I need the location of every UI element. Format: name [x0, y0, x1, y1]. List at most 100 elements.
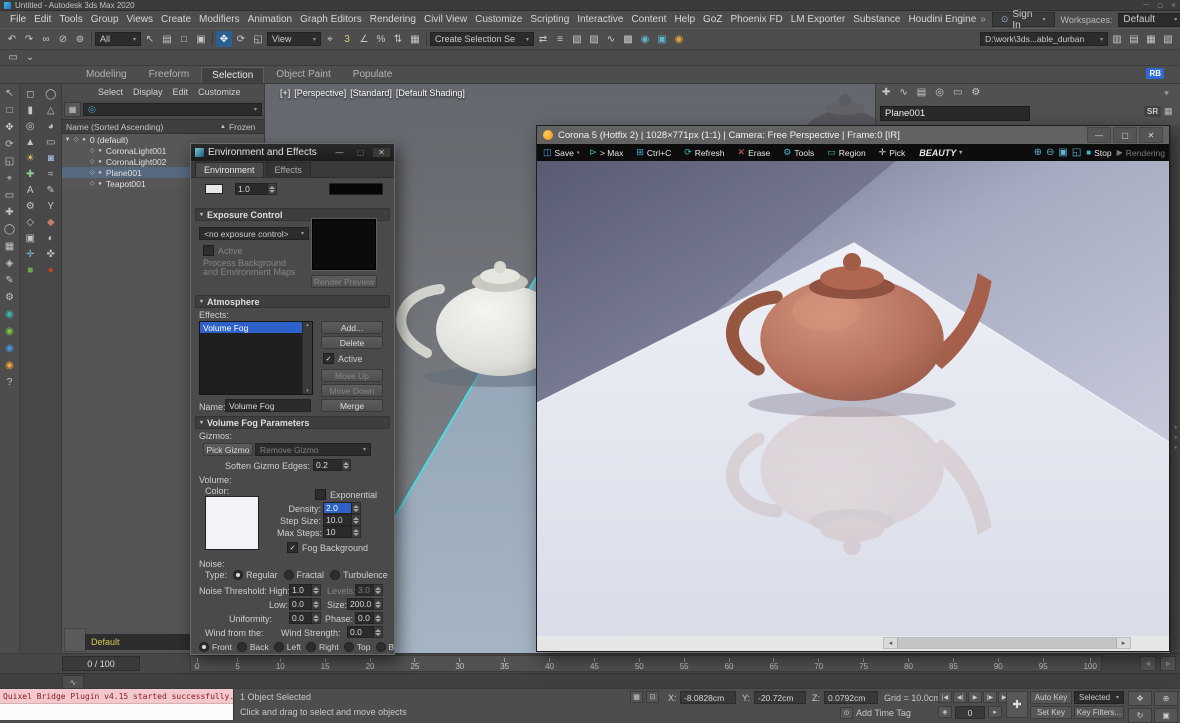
ambient-swatch[interactable]: [329, 183, 383, 195]
expand-icon[interactable]: ▼: [64, 137, 71, 143]
menu-item[interactable]: Views: [123, 14, 158, 25]
timeline-tick[interactable]: 85: [949, 658, 958, 671]
schematic-view-icon[interactable]: ▩: [620, 31, 636, 47]
side-tool-icon[interactable]: ◐: [48, 234, 54, 244]
project-folder-dropdown[interactable]: D:\work\3ds...able_durban: [980, 32, 1108, 46]
timeline-tick[interactable]: 50: [635, 658, 644, 671]
select-object-icon[interactable]: ↖: [142, 31, 158, 47]
left-tool-icon[interactable]: ⌖: [7, 174, 13, 184]
size-spinner[interactable]: 200.0: [347, 598, 383, 610]
move-down-button[interactable]: Move Down: [321, 384, 383, 397]
display-tab-icon[interactable]: ▭: [953, 87, 962, 98]
pin-icon[interactable]: ⌖: [1164, 88, 1169, 99]
percent-snap-icon[interactable]: %: [373, 31, 389, 47]
side-tool-icon[interactable]: ◻: [26, 90, 34, 100]
effect-item-volume-fog[interactable]: Volume Fog: [200, 322, 303, 333]
timeline-nav-left[interactable]: ◃: [1140, 656, 1156, 671]
timeline-tick[interactable]: 95: [1039, 658, 1048, 671]
fog-background-checkbox[interactable]: Fog Background: [287, 542, 368, 553]
timeline-tick[interactable]: 30: [455, 658, 464, 671]
row-toggle-icons[interactable]: ◇ ●: [90, 158, 103, 165]
uniformity-spinner[interactable]: 0.0: [289, 612, 321, 624]
use-pivot-center-icon[interactable]: ⌖: [322, 31, 338, 47]
menu-item[interactable]: Rendering: [366, 14, 420, 25]
render-preview-button[interactable]: Render Preview: [311, 275, 377, 288]
orbit-view-icon[interactable]: ↻: [1128, 708, 1152, 723]
selection-set-dropdown[interactable]: Selected: [1074, 691, 1124, 704]
maxscript-mini-listener[interactable]: Quixel Bridge Plugin v4.15 started succe…: [0, 689, 234, 720]
create-tab-icon[interactable]: ✚: [882, 87, 890, 98]
side-tool-icon[interactable]: A: [27, 186, 34, 196]
selection-lock-icon[interactable]: ⊡: [646, 691, 659, 703]
explorer-menu-item[interactable]: Edit: [173, 87, 189, 97]
fog-color-swatch[interactable]: [205, 496, 259, 550]
snaps-toggle-icon[interactable]: 3: [339, 31, 355, 47]
erase-button[interactable]: ✕Erase: [736, 145, 776, 160]
align-icon[interactable]: ≡: [552, 31, 568, 47]
menu-item[interactable]: File: [6, 14, 30, 25]
turbulence-radio[interactable]: Turbulence: [330, 570, 388, 580]
left-tool-icon[interactable]: ◯: [4, 225, 15, 235]
minimize-icon[interactable]: —: [331, 148, 348, 157]
menu-item[interactable]: Create: [157, 14, 195, 25]
left-tool-icon[interactable]: ⟳: [5, 140, 13, 150]
rollup-icon[interactable]: ▦: [1164, 106, 1173, 117]
menu-item[interactable]: Modifiers: [195, 14, 244, 25]
modify-tab-icon[interactable]: ∿: [899, 87, 907, 98]
corona-titlebar[interactable]: Corona 5 (Hotfix 2) | 1028×771px (1:1) |…: [537, 126, 1169, 144]
pan-view-icon[interactable]: ✥: [1128, 691, 1152, 706]
send-to-max-button[interactable]: ⊳> Max: [587, 145, 628, 160]
previous-frame-button[interactable]: ◀|: [953, 691, 967, 703]
menu-item[interactable]: Animation: [244, 14, 296, 25]
close-icon[interactable]: ✕: [373, 148, 390, 157]
side-tool-icon[interactable]: ◆: [47, 218, 55, 228]
utilities-tab-icon[interactable]: ⚙: [971, 87, 980, 98]
frozen-column-header[interactable]: ▲ Frozen: [220, 122, 255, 132]
isolate-toggle-icon[interactable]: ▦: [630, 691, 643, 703]
left-tool-icon[interactable]: ▭: [5, 191, 14, 201]
wind-strength-spinner[interactable]: 0.0: [347, 626, 383, 638]
menu-item[interactable]: Edit: [30, 14, 55, 25]
unlink-selection-icon[interactable]: ⊘: [55, 31, 71, 47]
workspace-icon[interactable]: ▥: [1109, 31, 1125, 47]
refresh-button[interactable]: ⟳Refresh: [682, 145, 729, 160]
set-keys-button[interactable]: ✚: [1006, 691, 1028, 718]
view-dropdown[interactable]: View: [267, 32, 321, 46]
timeline-tick[interactable]: 60: [725, 658, 734, 671]
timeline-tick[interactable]: 65: [769, 658, 778, 671]
workspace-icon[interactable]: ▤: [1126, 31, 1142, 47]
side-tool-icon[interactable]: ▮: [27, 106, 33, 116]
row-toggle-icons[interactable]: ◇ ●: [90, 169, 103, 176]
timeline-tick[interactable]: 0: [195, 658, 199, 671]
zoom-out-icon[interactable]: ⊖: [1046, 147, 1054, 158]
side-tool-icon[interactable]: ◇: [26, 218, 34, 228]
copy-button[interactable]: ⊞Ctrl+C: [634, 145, 676, 160]
left-tool-icon[interactable]: ◉: [5, 310, 14, 320]
timeline-tick[interactable]: 25: [410, 658, 419, 671]
minimize-icon[interactable]: —: [1143, 2, 1149, 9]
menu-item[interactable]: Help: [670, 14, 699, 25]
workspace-dropdown[interactable]: Default: [1118, 13, 1180, 27]
viewport-label-segment[interactable]: [Perspective]: [294, 88, 346, 98]
tools-button[interactable]: ⚙Tools: [781, 145, 819, 160]
ribbon-minimize-icon[interactable]: ⌄: [22, 50, 38, 66]
render-production-icon[interactable]: ◉: [671, 31, 687, 47]
left-tool-icon[interactable]: ◱: [5, 157, 14, 167]
explorer-menu-item[interactable]: Customize: [198, 87, 241, 97]
volume-fog-rollout[interactable]: Volume Fog Parameters: [195, 416, 390, 429]
region-button[interactable]: ▭Region: [825, 145, 870, 160]
play-button[interactable]: ▶: [968, 691, 982, 703]
menu-overflow-chevron[interactable]: »: [980, 14, 986, 25]
remove-gizmo-dropdown[interactable]: Remove Gizmo: [255, 443, 371, 456]
front-radio[interactable]: Front: [199, 642, 232, 652]
move-up-button[interactable]: Move Up: [321, 369, 383, 382]
sign-in-button[interactable]: ⊙Sign In: [992, 12, 1055, 27]
left-radio[interactable]: Left: [274, 642, 301, 652]
timeline-tick[interactable]: 100: [1084, 658, 1097, 671]
side-tool-icon[interactable]: ≈: [48, 170, 54, 180]
ribbon-tab[interactable]: Object Paint: [266, 67, 340, 83]
timeline-tick[interactable]: 70: [814, 658, 823, 671]
left-tool-icon[interactable]: ◉: [5, 327, 14, 337]
dialog-tab[interactable]: Environment: [195, 162, 264, 177]
row-toggle-icons[interactable]: ◇ ●: [90, 180, 103, 187]
